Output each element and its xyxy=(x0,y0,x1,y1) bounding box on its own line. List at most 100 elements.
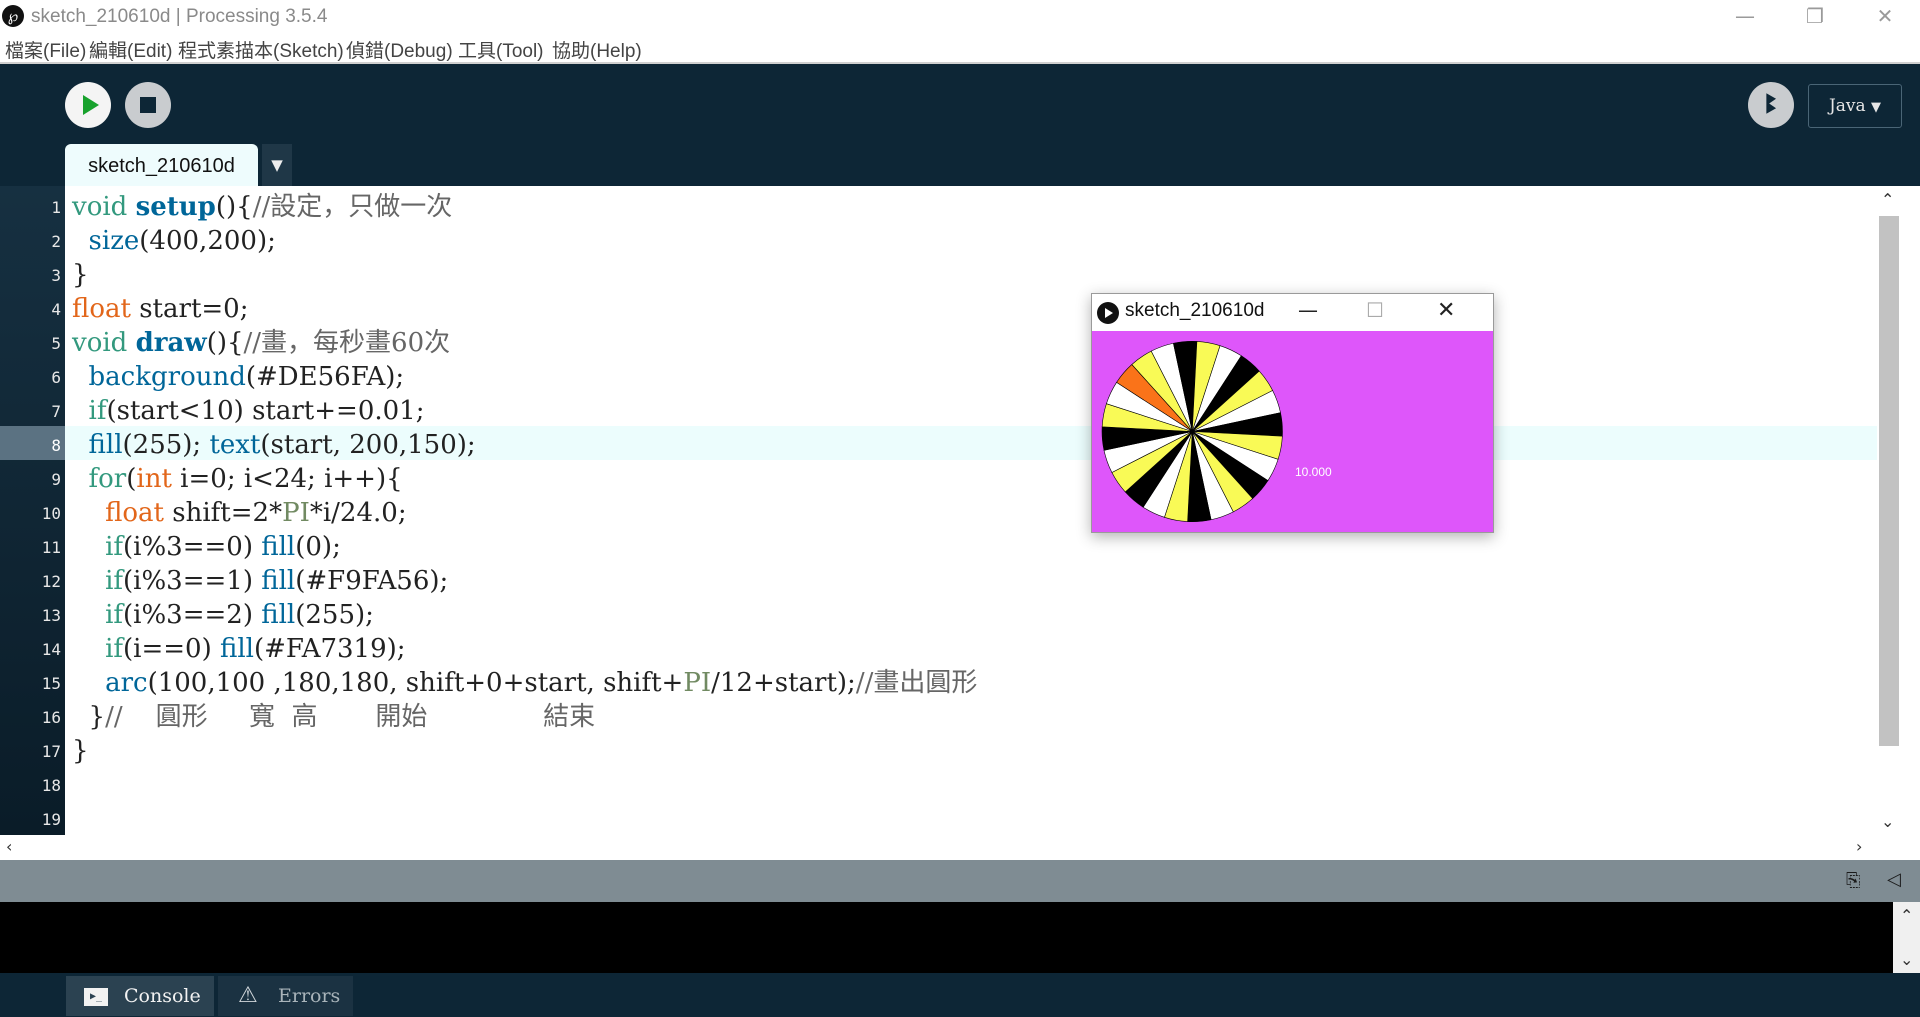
debug-button[interactable]: ꔪ xyxy=(1748,82,1794,128)
title-bar: ℘ sketch_210610d | Processing 3.5.4 — ❐ … xyxy=(0,0,1920,32)
code-token: (255); xyxy=(295,600,374,630)
code-token: (){ xyxy=(215,192,253,222)
code-line[interactable]: } xyxy=(72,734,89,768)
line-number: 1 xyxy=(51,198,61,217)
console-output[interactable] xyxy=(0,902,1893,973)
code-line[interactable]: if(start<10) start+=0.01; xyxy=(72,394,425,428)
code-line[interactable]: float start=0; xyxy=(72,292,248,326)
menu-edit[interactable]: 編輯(Edit) xyxy=(89,36,172,63)
code-token: i=0; i<24; i++){ xyxy=(171,464,403,494)
code-token: (#DE56FA); xyxy=(245,362,405,392)
tab-menu-arrow-icon[interactable]: ▼ xyxy=(262,144,292,186)
code-token: //畫出圓形 xyxy=(855,668,978,698)
scroll-right-icon[interactable]: › xyxy=(1856,837,1862,856)
sketch-output-window[interactable]: sketch_210610d — ☐ ✕ 10.000 xyxy=(1091,293,1494,533)
editor-horizontal-scrollbar[interactable]: ‹ › xyxy=(0,835,1899,859)
code-token: //設定，只做一次 xyxy=(252,192,453,222)
code-token: ( xyxy=(126,464,137,494)
code-token: (#FA7319); xyxy=(253,634,406,664)
code-line[interactable]: void draw(){//畫，每秒畫60次 xyxy=(72,326,450,360)
console-scrollbar[interactable]: ⌃ ⌄ xyxy=(1893,902,1920,973)
code-token: (100,100 ,180,180, shift+0+start, shift+ xyxy=(147,668,684,698)
scroll-left-icon[interactable]: ‹ xyxy=(6,837,12,856)
code-token: fill xyxy=(88,430,123,460)
scroll-up-icon[interactable]: ⌃ xyxy=(1881,190,1894,209)
code-token: (i%3==1) xyxy=(123,566,262,596)
code-line[interactable]: if(i%3==1) fill(#F9FA56); xyxy=(72,564,448,598)
code-token: (400,200); xyxy=(139,226,276,256)
code-token: } xyxy=(72,702,106,732)
code-line[interactable]: if(i%3==2) fill(255); xyxy=(72,598,374,632)
menu-bar: 檔案(File) 編輯(Edit) 程式素描本(Sketch) 偵錯(Debug… xyxy=(0,32,1920,64)
code-token: //畫，每秒畫60次 xyxy=(243,328,451,358)
code-token: *i/24.0; xyxy=(309,498,407,528)
code-line[interactable]: float shift=2*PI*i/24.0; xyxy=(72,496,407,530)
code-line[interactable]: size(400,200); xyxy=(72,224,276,258)
menu-help[interactable]: 協助(Help) xyxy=(552,36,642,63)
code-token: if xyxy=(88,396,107,426)
code-token: if xyxy=(105,566,124,596)
code-line[interactable]: for(int i=0; i<24; i++){ xyxy=(72,462,403,496)
code-token: for xyxy=(88,464,127,494)
close-button[interactable]: ✕ xyxy=(1850,0,1920,32)
tab-bar: sketch_210610d ▼ xyxy=(0,144,1920,186)
code-line[interactable]: if(i==0) fill(#FA7319); xyxy=(72,632,406,666)
console-scroll-down-icon[interactable]: ⌄ xyxy=(1900,950,1913,969)
code-line[interactable]: void setup(){//設定，只做一次 xyxy=(72,190,452,224)
console-copy-icon[interactable]: ⎘ xyxy=(1846,870,1860,891)
console-header-bar: ⎘ ◁ xyxy=(0,860,1920,902)
line-number: 13 xyxy=(41,606,61,625)
run-button[interactable] xyxy=(65,82,111,128)
scroll-down-icon[interactable]: ⌄ xyxy=(1881,812,1894,831)
restore-button[interactable]: ❐ xyxy=(1780,0,1850,32)
line-number: 5 xyxy=(51,334,61,353)
code-token: if xyxy=(105,532,124,562)
sketch-minimize-button[interactable]: — xyxy=(1298,298,1318,322)
code-token: float xyxy=(72,294,131,324)
console-scroll-up-icon[interactable]: ⌃ xyxy=(1900,906,1913,925)
code-token: void xyxy=(72,328,128,358)
stop-button[interactable] xyxy=(125,82,171,128)
code-line[interactable]: }// 圓形 寬 高 開始 結束 xyxy=(72,700,596,734)
menu-tool[interactable]: 工具(Tool) xyxy=(458,36,544,63)
toolbar: ꔪ Java ▼ xyxy=(0,64,1920,144)
chevron-down-icon: ▼ xyxy=(1871,100,1882,115)
tab-sketch[interactable]: sketch_210610d xyxy=(65,144,258,186)
menu-sketch[interactable]: 程式素描本(Sketch) xyxy=(178,36,344,63)
menu-file[interactable]: 檔案(File) xyxy=(5,36,86,63)
tab-console[interactable]: ▶_ Console xyxy=(66,976,214,1016)
terminal-icon: ▶_ xyxy=(84,988,108,1006)
sketch-maximize-button[interactable]: ☐ xyxy=(1366,298,1384,322)
code-token: setup xyxy=(135,192,216,222)
code-token: // 圓形 寬 高 開始 結束 xyxy=(105,702,596,732)
code-line[interactable]: background(#DE56FA); xyxy=(72,360,405,394)
code-line[interactable]: fill(255); text(start, 200,150); xyxy=(72,428,476,462)
tab-errors[interactable]: ⚠ Errors xyxy=(218,976,353,1016)
mode-selector[interactable]: Java ▼ xyxy=(1808,84,1902,128)
line-number: 15 xyxy=(41,674,61,693)
code-token: (i%3==2) xyxy=(123,600,262,630)
line-number: 18 xyxy=(41,776,61,795)
code-token: start=0; xyxy=(130,294,249,324)
line-number: 3 xyxy=(51,266,61,285)
code-line[interactable]: } xyxy=(72,258,89,292)
code-token: fill xyxy=(261,600,296,630)
sketch-canvas[interactable]: 10.000 xyxy=(1092,331,1493,532)
code-line[interactable]: arc(100,100 ,180,180, shift+0+start, shi… xyxy=(72,666,977,700)
code-editor[interactable]: void setup(){//設定，只做一次 size(400,200);} fl… xyxy=(65,186,1877,835)
code-line[interactable]: if(i%3==0) fill(0); xyxy=(72,530,341,564)
start-value-text: 10.000 xyxy=(1295,465,1332,479)
editor-vertical-scrollbar[interactable]: ⌃ ⌄ xyxy=(1877,186,1899,835)
sketch-close-button[interactable]: ✕ xyxy=(1437,298,1455,323)
code-token: } xyxy=(72,260,89,290)
code-token: /12+start); xyxy=(711,668,856,698)
minimize-button[interactable]: — xyxy=(1710,0,1780,32)
collapse-left-icon[interactable]: ◁ xyxy=(1887,869,1901,890)
menu-debug[interactable]: 偵錯(Debug) xyxy=(346,36,453,63)
scrollbar-thumb[interactable] xyxy=(1879,216,1899,746)
